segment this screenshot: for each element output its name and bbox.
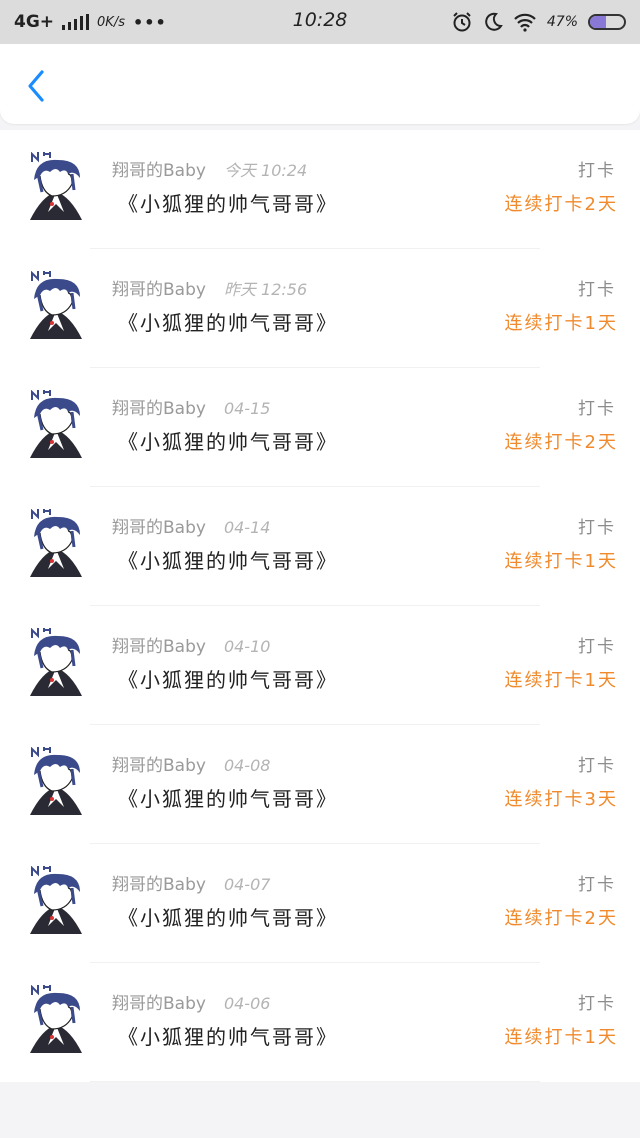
streak-text: 连续打卡1天 [504,670,618,691]
alarm-icon [453,12,471,32]
user-name: 翔哥的Baby [112,637,206,657]
list-item[interactable]: 翔哥的Baby 04-08 《小狐狸的帅气哥哥》 打卡 连续打卡3天 [0,725,640,844]
avatar [24,152,88,221]
entry-meta: 翔哥的Baby 04-10 [112,632,270,657]
checkin-label: 打卡 [578,994,616,1014]
wifi-icon [514,13,536,32]
checkin-list: 翔哥的Baby 今天 10:24 《小狐狸的帅气哥哥》 打卡 连续打卡2天 翔哥的… [0,130,640,1082]
entry-meta: 翔哥的Baby 04-08 [112,751,270,776]
avatar [24,747,88,816]
chevron-left-icon[interactable] [22,68,50,104]
list-item[interactable]: 翔哥的Baby 今天 10:24 《小狐狸的帅气哥哥》 打卡 连续打卡2天 [0,130,640,249]
entry-meta: 翔哥的Baby 04-14 [112,513,270,538]
avatar [24,509,88,578]
entry-time: 04-14 [223,518,271,537]
list-item[interactable]: 翔哥的Baby 04-07 《小狐狸的帅气哥哥》 打卡 连续打卡2天 [0,844,640,963]
streak-text: 连续打卡3天 [504,789,618,810]
entry-time: 04-06 [223,994,271,1013]
user-name: 翔哥的Baby [112,875,206,895]
entry-time: 昨天 12:56 [223,280,308,299]
list-item[interactable]: 翔哥的Baby 04-10 《小狐狸的帅气哥哥》 打卡 连续打卡1天 [0,606,640,725]
checkin-label: 打卡 [578,161,616,181]
checkin-label: 打卡 [578,756,616,776]
checkin-label: 打卡 [578,399,616,419]
user-name: 翔哥的Baby [112,994,206,1014]
user-name: 翔哥的Baby [112,399,206,419]
avatar [24,628,88,697]
entry-meta: 翔哥的Baby 今天 10:24 [112,156,307,181]
avatar [24,985,88,1054]
user-name: 翔哥的Baby [112,161,206,181]
status-right: 47% [451,9,626,35]
entry-time: 今天 10:24 [223,161,308,180]
streak-text: 连续打卡1天 [504,551,618,572]
entry-time: 04-10 [223,637,271,656]
nav-bar [0,44,640,124]
entry-time: 04-08 [223,756,271,775]
book-title: 《小狐狸的帅气哥哥》 [118,1025,338,1049]
entry-meta: 翔哥的Baby 04-07 [112,870,270,895]
checkin-label: 打卡 [578,518,616,538]
battery-fill [590,16,606,28]
row-divider [90,1081,540,1082]
checkin-label: 打卡 [578,637,616,657]
book-title: 《小狐狸的帅气哥哥》 [118,668,338,692]
checkin-label: 打卡 [578,875,616,895]
battery-percent: 47% [546,14,578,30]
avatar [24,390,88,459]
book-title: 《小狐狸的帅气哥哥》 [118,549,338,573]
avatar [24,866,88,935]
battery-icon [588,14,626,30]
book-title: 《小狐狸的帅气哥哥》 [118,906,338,930]
streak-text: 连续打卡1天 [504,1027,618,1048]
entry-meta: 翔哥的Baby 昨天 12:56 [112,275,307,300]
user-name: 翔哥的Baby [112,518,206,538]
book-title: 《小狐狸的帅气哥哥》 [118,192,338,216]
moon-icon [485,12,503,31]
avatar [24,271,88,340]
streak-text: 连续打卡2天 [504,194,618,215]
streak-text: 连续打卡2天 [504,908,618,929]
entry-meta: 翔哥的Baby 04-06 [112,989,270,1014]
list-item[interactable]: 翔哥的Baby 04-15 《小狐狸的帅气哥哥》 打卡 连续打卡2天 [0,368,640,487]
streak-text: 连续打卡2天 [504,432,618,453]
book-title: 《小狐狸的帅气哥哥》 [118,311,338,335]
user-name: 翔哥的Baby [112,756,206,776]
entry-time: 04-07 [223,875,271,894]
status-bar: 4G+ 0K/s ••• 10:28 47% [0,0,640,44]
user-name: 翔哥的Baby [112,280,206,300]
book-title: 《小狐狸的帅气哥哥》 [118,430,338,454]
streak-text: 连续打卡1天 [504,313,618,334]
checkin-label: 打卡 [578,280,616,300]
list-item[interactable]: 翔哥的Baby 04-14 《小狐狸的帅气哥哥》 打卡 连续打卡1天 [0,487,640,606]
list-item[interactable]: 翔哥的Baby 昨天 12:56 《小狐狸的帅气哥哥》 打卡 连续打卡1天 [0,249,640,368]
entry-time: 04-15 [223,399,271,418]
list-item[interactable]: 翔哥的Baby 04-06 《小狐狸的帅气哥哥》 打卡 连续打卡1天 [0,963,640,1082]
entry-meta: 翔哥的Baby 04-15 [112,394,270,419]
book-title: 《小狐狸的帅气哥哥》 [118,787,338,811]
